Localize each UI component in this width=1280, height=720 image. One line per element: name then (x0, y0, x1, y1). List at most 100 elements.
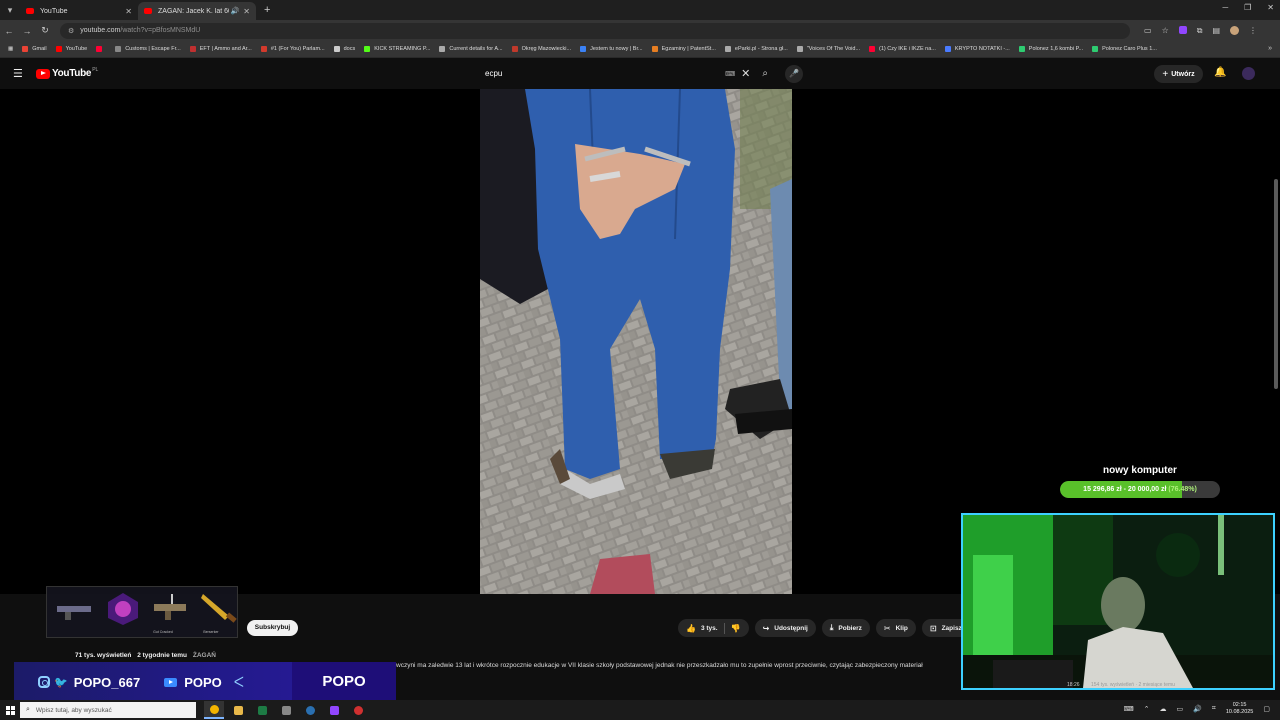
network-icon[interactable]: ▭ (1177, 705, 1184, 713)
subscribe-button[interactable]: Subskrybuj (247, 620, 298, 636)
bookmark-favicon-icon (869, 46, 876, 52)
bookmark-item[interactable]: Okręg Mazowiecki... (511, 46, 571, 52)
tab-title: ŻAGAŃ: Jacek K. lat 60 - Yo (158, 7, 229, 15)
apps-icon[interactable]: ▦ (8, 46, 13, 52)
bookmark-item[interactable]: KICK STREAMING P... (364, 46, 430, 52)
share-label: Udostępnij (774, 624, 808, 632)
page-scrollbar[interactable] (1274, 179, 1278, 389)
tray-overflow-icon[interactable]: ⌃ (1144, 705, 1150, 713)
bookmark-item[interactable]: EFT | Ammo and Ar... (189, 46, 252, 52)
taskbar-obs[interactable] (324, 701, 344, 719)
bookmark-icon: ⊡ (929, 623, 937, 633)
video-description[interactable]: wczyni ma zaledwie 13 lat i wkrótce rozp… (396, 662, 966, 669)
clock[interactable]: 02:15 10.08.2025 (1226, 702, 1254, 716)
like-count[interactable]: 3 tys. (701, 625, 718, 632)
notifications-icon[interactable]: ▢ (1263, 705, 1270, 713)
taskbar-search[interactable]: ⌕ Wpisz tutaj, aby wyszukać (20, 702, 196, 718)
bookmark-favicon-icon (796, 46, 803, 52)
bookmark-favicon-icon (1092, 46, 1099, 52)
bookmark-label: Polonez Caro Plus 1... (1102, 46, 1157, 52)
extensions-icon[interactable]: ⧉ (1197, 26, 1203, 36)
close-tab-icon[interactable]: ✕ (125, 7, 132, 16)
restore-icon[interactable]: ❐ (1244, 3, 1251, 12)
taskbar-explorer[interactable] (228, 701, 248, 719)
app-icon (281, 705, 291, 715)
back-icon[interactable]: ← (0, 26, 18, 36)
bookmark-item[interactable]: "Voices Of The Void... (796, 46, 860, 52)
reload-icon[interactable]: ↻ (36, 25, 54, 36)
bookmark-item[interactable]: Gmail (22, 46, 47, 52)
video-meta[interactable]: 71 tys. wyświetleń 2 tygodnie temu ŻAGAŃ (75, 652, 216, 659)
bookmark-item[interactable]: YouTube (55, 46, 88, 52)
cloud-icon[interactable]: ☁ (1160, 705, 1167, 713)
new-tab-button[interactable]: + (264, 4, 270, 16)
profile-avatar[interactable] (1230, 25, 1240, 35)
keyboard-icon[interactable]: ⌨ (725, 70, 735, 78)
share-icon: ↪ (762, 623, 770, 633)
create-button[interactable]: + Utwórz (1154, 65, 1203, 83)
cast-icon[interactable]: ▭ (1144, 26, 1152, 36)
taskbar-app-red[interactable] (348, 701, 368, 719)
notifications-bell-icon[interactable]: 🔔 (1214, 67, 1226, 78)
bookmark-star-icon[interactable]: ☆ (1162, 26, 1169, 36)
tab-video[interactable]: ŻAGAŃ: Jacek K. lat 60 - Yo 🔊 ✕ (138, 2, 256, 20)
search-box[interactable]: ecpu ⌨ ✕ ⌕ (478, 64, 774, 83)
language-icon[interactable]: ⌗ (1212, 705, 1216, 713)
download-button[interactable]: ⤓ Pobierz (821, 619, 870, 637)
bookmark-item[interactable]: Polonez 1,6 kombi P... (1018, 46, 1083, 52)
clear-search-icon[interactable]: ✕ (741, 67, 750, 80)
bookmark-item[interactable]: Current details for A... (439, 46, 503, 52)
close-window-icon[interactable]: ✕ (1267, 3, 1274, 12)
bookmark-item[interactable]: docs (333, 46, 355, 52)
bookmark-item[interactable]: Jestem tu nowy | Br... (580, 46, 643, 52)
skin-item (55, 590, 95, 634)
tab-search-button[interactable]: ▾ (0, 0, 20, 20)
search-input[interactable]: ecpu (485, 69, 725, 78)
thumbs-up-icon[interactable]: 👍 (686, 624, 696, 633)
voice-search-icon[interactable]: 🎤 (785, 65, 803, 83)
keyboard-tray-icon[interactable]: ⌨ (1124, 705, 1134, 713)
address-bar[interactable]: ⚙ youtube.com/watch?v=pBfosMNSMdU (60, 22, 1130, 39)
bookmark-item[interactable]: (1) Czy IKE i IKZE na... (869, 46, 936, 52)
taskbar-app[interactable] (276, 701, 296, 719)
start-button[interactable] (0, 700, 20, 720)
volume-icon[interactable]: 🔊 (1193, 705, 1202, 713)
speaker-icon[interactable]: 🔊 (231, 7, 240, 15)
country-code: PL (92, 66, 99, 73)
bookmark-label: YouTube (65, 46, 88, 52)
hamburger-menu-icon[interactable]: ☰ (13, 67, 23, 80)
thumbs-down-icon[interactable]: 👎 (731, 624, 741, 633)
clip-button[interactable]: ✂ Klip (875, 619, 916, 637)
share-button[interactable]: ↪ Udostępnij (754, 619, 816, 637)
bookmark-item[interactable] (96, 46, 106, 52)
tab-youtube[interactable]: YouTube ✕ (20, 2, 138, 20)
taskbar-steam[interactable] (300, 701, 320, 719)
close-tab-icon[interactable]: ✕ (243, 7, 250, 16)
smg-skin-icon (154, 594, 186, 620)
taskbar-chrome[interactable] (204, 701, 224, 719)
bookmarks-overflow-icon[interactable]: » (1268, 45, 1272, 52)
taskbar-excel[interactable] (252, 701, 272, 719)
download-label: Pobierz (838, 624, 862, 632)
bookmark-item[interactable]: Customs | Escape Fr... (115, 46, 181, 52)
tab-groups-icon[interactable]: ▤ (1212, 26, 1220, 36)
account-avatar[interactable] (1242, 67, 1255, 80)
minimize-icon[interactable]: ─ (1222, 3, 1228, 12)
webcam-feed (963, 515, 1273, 688)
twitch-extension-icon[interactable] (1178, 25, 1187, 34)
site-info-icon[interactable]: ⚙ (68, 27, 74, 35)
goal-percent: (76.48%) (1168, 486, 1197, 493)
bookmark-label: KICK STREAMING P... (374, 46, 431, 52)
search-icon[interactable]: ⌕ (762, 68, 768, 79)
hashtag[interactable]: ŻAGAŃ (193, 652, 216, 659)
windows-taskbar: ⌕ Wpisz tutaj, aby wyszukać ⌨ ⌃ ☁ ▭ 🔊 ⌗ … (0, 700, 1280, 720)
bookmark-label: KRYPTO NOTATKI -... (954, 46, 1010, 52)
bookmark-item[interactable]: KRYPTO NOTATKI -... (944, 46, 1010, 52)
bookmark-item[interactable]: #1 (For You) Parlam... (260, 46, 325, 52)
bookmark-item[interactable]: eParki.pl - Strona gł... (724, 46, 788, 52)
bookmark-item[interactable]: Polonez Caro Plus 1... (1092, 46, 1157, 52)
forward-icon[interactable]: → (18, 26, 36, 36)
youtube-logo[interactable]: YouTube PL (36, 66, 99, 79)
menu-kebab-icon[interactable]: ⋮ (1249, 26, 1257, 36)
bookmark-item[interactable]: Egzaminy | PatentSt... (651, 46, 716, 52)
